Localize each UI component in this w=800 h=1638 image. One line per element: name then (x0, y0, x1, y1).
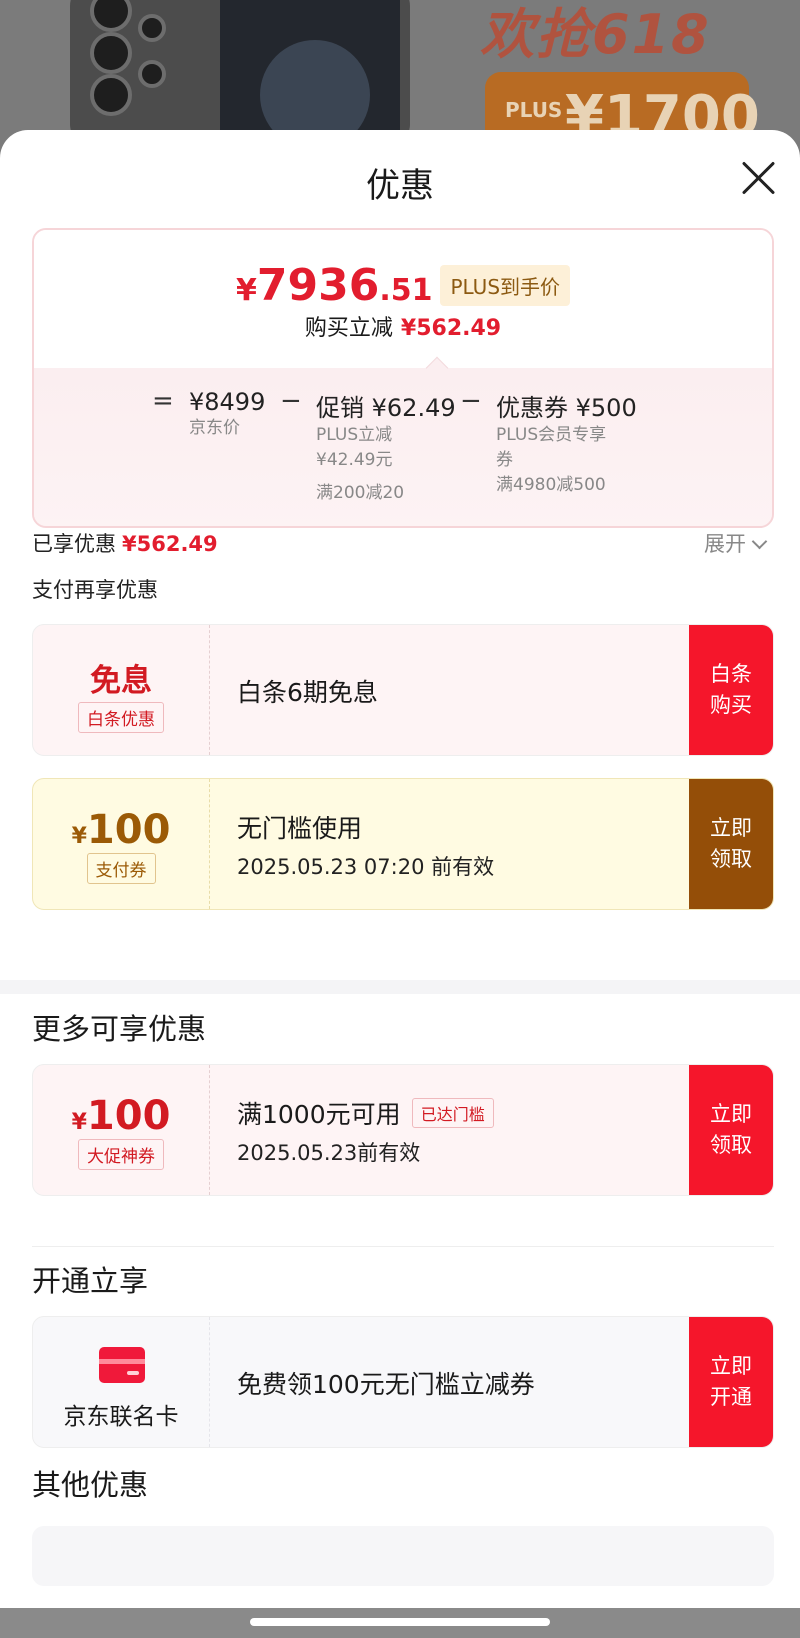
divider (32, 1246, 774, 1247)
offer-title: 免费领100元无门槛立减券 (237, 1370, 535, 1399)
price-card: ¥7936.51 PLUS到手价 购买立减 ¥562.49 = ¥8499 京东价 … (32, 228, 774, 528)
final-price: ¥7936.51 (235, 260, 433, 311)
section-separator (0, 980, 800, 994)
home-indicator[interactable] (250, 1618, 550, 1626)
claim-promo-coupon-button[interactable]: 立即 领取 (689, 1065, 773, 1195)
open-card-button[interactable]: 立即 开通 (689, 1317, 773, 1447)
promo-title: 欢抢618 (480, 3, 711, 66)
price-breakdown: = ¥8499 京东价 − 促销 ¥62.49 PLUS立减 ¥42.49元 满… (34, 368, 772, 526)
credit-card-icon (99, 1347, 145, 1383)
card-label: 京东联名卡 (63, 1404, 179, 1430)
offer-card-co-branded: 京东联名卡 免费领100元无门槛立减券 立即 开通 (32, 1316, 774, 1448)
baitiao-buy-button[interactable]: 白条 购买 (689, 625, 773, 755)
threshold-reached-badge: 已达门槛 (411, 1098, 494, 1128)
promo-block: 促销 ¥62.49 PLUS立减 ¥42.49元 满200减20 (316, 394, 456, 503)
enjoyed-discount: 已享优惠 ¥562.49 (32, 532, 218, 556)
offer-tag: 白条优惠 (78, 702, 164, 733)
more-section-title: 更多可享优惠 (32, 1012, 207, 1046)
offer-validity: 2025.05.23 07:20 前有效 (237, 855, 495, 879)
other-offer-card (32, 1526, 774, 1586)
claim-pay-coupon-button[interactable]: 立即 领取 (689, 779, 773, 909)
chevron-down-icon (751, 533, 768, 550)
pay-more-title: 支付再享优惠 (32, 578, 158, 602)
reduce-line: 购买立减 ¥562.49 (304, 316, 502, 341)
close-icon[interactable] (740, 160, 776, 196)
offer-card-baitiao: 免息 白条优惠 白条6期免息 白条 购买 (32, 624, 774, 756)
offer-tag: 大促神券 (78, 1139, 164, 1170)
offer-validity: 2025.05.23前有效 (237, 1141, 421, 1165)
coupon-block: 优惠券 ¥500 PLUS会员专享 券 满4980减500 (496, 394, 637, 495)
other-section-title: 其他优惠 (32, 1468, 149, 1502)
offer-title: 无门槛使用 (237, 814, 363, 843)
offer-amount: ¥100 (71, 1093, 171, 1139)
open-section-title: 开通立享 (32, 1264, 149, 1298)
plus-price-tag: PLUS到手价 (440, 265, 571, 306)
sheet-title: 优惠 (366, 166, 434, 206)
offer-amount: ¥100 (71, 807, 171, 853)
offer-card-promo-coupon: ¥100 大促神券 满1000元可用 已达门槛 2025.05.23前有效 立即… (32, 1064, 774, 1196)
offer-tag: 支付券 (86, 853, 156, 884)
offer-title: 白条6期免息 (237, 678, 378, 707)
offer-big-text: 免息 (90, 663, 152, 699)
product-phone-image (70, 0, 410, 150)
jd-price-block: ¥8499 京东价 (189, 388, 266, 438)
offer-card-pay-coupon: ¥100 支付券 无门槛使用 2025.05.23 07:20 前有效 立即 领取 (32, 778, 774, 910)
promo-badge-plus: PLUS (505, 98, 563, 122)
expand-button[interactable]: 展开 (704, 528, 768, 558)
final-price-line: ¥7936.51 PLUS到手价 (34, 260, 772, 311)
discount-sheet: 优惠 ¥7936.51 PLUS到手价 购买立减 ¥562.49 = ¥8499 京… (0, 130, 800, 1638)
offer-title: 满1000元可用 (237, 1100, 401, 1129)
